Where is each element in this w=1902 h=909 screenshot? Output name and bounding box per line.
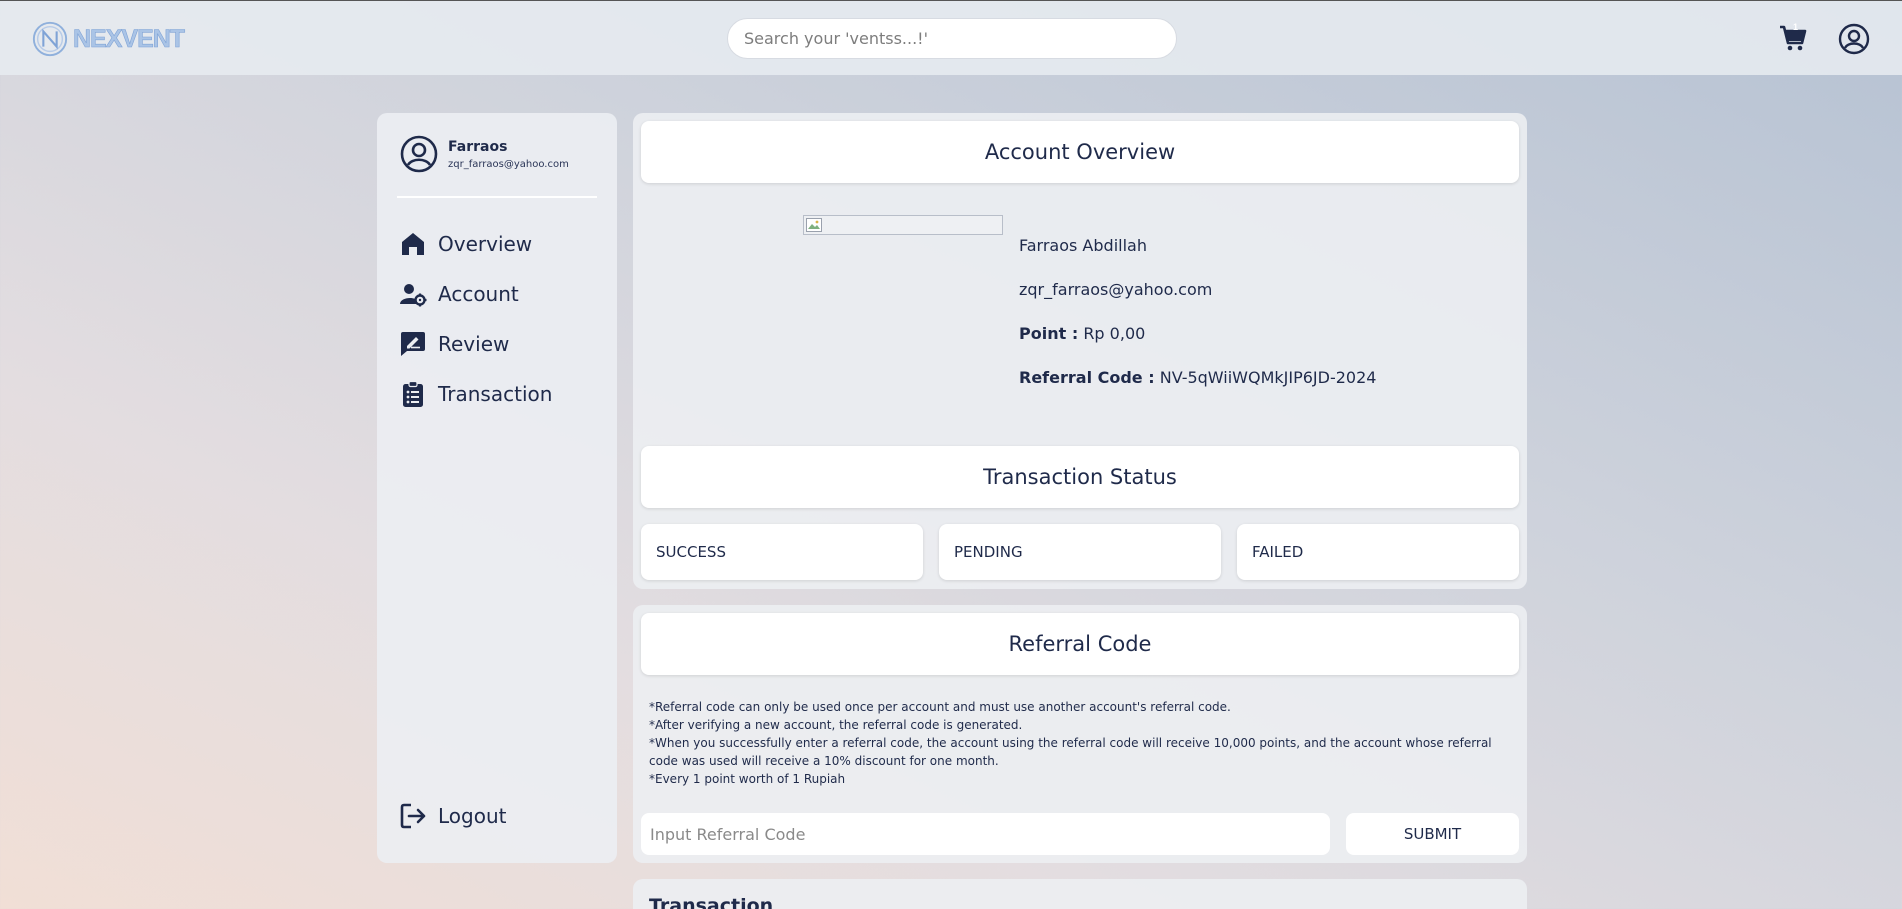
sidebar-divider [397, 196, 597, 198]
logout-label: Logout [438, 804, 507, 828]
sidebar-item-review[interactable]: Review [399, 319, 599, 369]
referral-code-value: NV-5qWiiWQMkJIP6JD-2024 [1159, 368, 1377, 387]
sidebar-user: Farraos zqr_farraos@yahoo.com [400, 135, 569, 173]
sidebar-item-label: Review [438, 332, 510, 356]
sidebar-item-account[interactable]: Account [399, 269, 599, 319]
broken-image-icon [806, 218, 822, 232]
logout-button[interactable]: Logout [399, 802, 506, 830]
user-gear-icon [400, 284, 427, 307]
transaction-title: Transaction [649, 895, 774, 909]
sidebar-item-transaction[interactable]: Transaction [399, 369, 599, 419]
referral-note: *Referral code can only be used once per… [649, 700, 1231, 714]
point-label: Point : [1019, 324, 1079, 343]
user-name: Farraos [448, 138, 508, 155]
point-row: Point : Rp 0,00 [1019, 324, 1376, 368]
referral-notes: *Referral code can only be used once per… [649, 698, 1511, 788]
top-navbar: NEXVENT 1 [0, 0, 1902, 75]
referral-code-label: Referral Code : [1019, 368, 1155, 387]
clipboard-list-icon [403, 380, 423, 407]
logo-text: NEXVENT [73, 24, 186, 53]
referral-code-title: Referral Code [641, 613, 1519, 675]
home-icon [402, 233, 424, 255]
status-success[interactable]: SUCCESS [641, 524, 923, 580]
sidebar-item-overview[interactable]: Overview [399, 219, 599, 269]
account-overview-title: Account Overview [641, 121, 1519, 183]
submit-button[interactable]: SUBMIT [1346, 813, 1519, 855]
review-icon [401, 332, 425, 356]
account-email: zqr_farraos@yahoo.com [1019, 280, 1213, 299]
referral-note: *Every 1 point worth of 1 Rupiah [649, 772, 846, 786]
point-value: Rp 0,00 [1083, 324, 1146, 343]
profile-icon[interactable] [1838, 23, 1870, 55]
referral-code-panel: Referral Code *Referral code can only be… [633, 605, 1527, 863]
profile-image [803, 215, 1003, 235]
search-input[interactable] [727, 18, 1177, 59]
sidebar-item-label: Overview [438, 232, 533, 256]
transaction-panel: Transaction [633, 879, 1527, 909]
cart-count-badge: 1 [1793, 22, 1799, 32]
sidebar-item-label: Transaction [438, 382, 553, 406]
full-name: Farraos Abdillah [1019, 236, 1147, 255]
referral-row: Referral Code : NV-5qWiiWQMkJIP6JD-2024 [1019, 368, 1376, 412]
transaction-status-row: SUCCESS PENDING FAILED [641, 524, 1519, 580]
sidebar-nav: Overview Account Review Transaction [399, 219, 599, 419]
referral-note: *After verifying a new account, the refe… [649, 718, 1023, 732]
account-overview-panel: Account Overview Farraos Abdillah zqr_fa… [633, 113, 1527, 589]
status-failed[interactable]: FAILED [1237, 524, 1519, 580]
nexvent-logo[interactable]: NEXVENT [31, 20, 186, 58]
user-email: zqr_farraos@yahoo.com [448, 158, 569, 170]
logout-icon [400, 803, 426, 829]
sidebar: Farraos zqr_farraos@yahoo.com Overview A… [377, 113, 617, 863]
transaction-status-title: Transaction Status [641, 446, 1519, 508]
account-info: Farraos Abdillah zqr_farraos@yahoo.com P… [1019, 236, 1376, 412]
logo-mark-icon [32, 21, 68, 57]
status-pending[interactable]: PENDING [939, 524, 1221, 580]
referral-note: *When you successfully enter a referral … [649, 736, 1492, 768]
sidebar-item-label: Account [438, 282, 519, 306]
referral-code-input[interactable] [641, 813, 1330, 855]
user-avatar-icon [400, 135, 438, 173]
